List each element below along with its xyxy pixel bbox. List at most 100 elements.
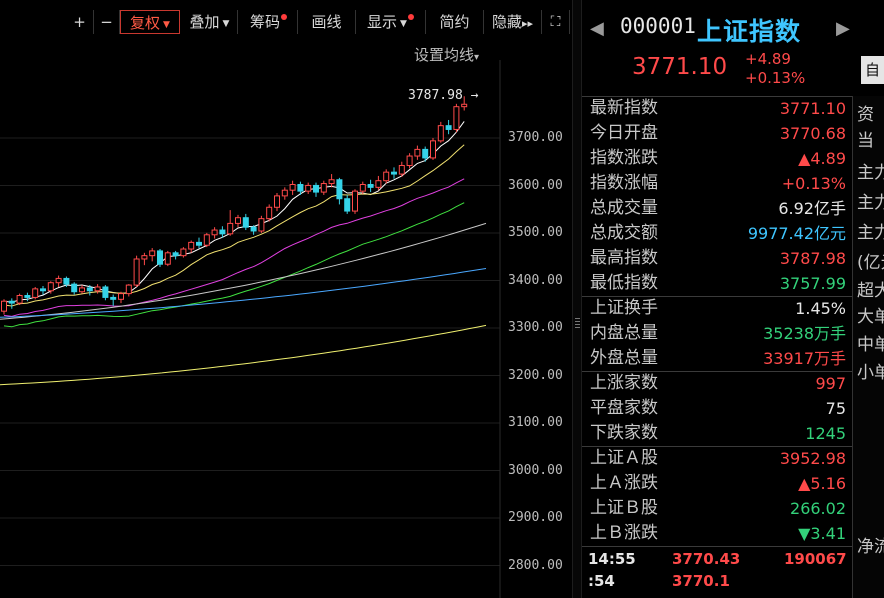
quote-row-value: ▲4.89 (798, 149, 846, 168)
quote-row-value: 266.02 (790, 499, 846, 518)
y-tick-label: 3500.00 (508, 225, 563, 240)
simple-mode-button[interactable]: 简约 (426, 10, 484, 34)
candle-body (430, 140, 436, 159)
quote-row-label: 总成交额 (590, 223, 658, 243)
ma60-line (0, 222, 487, 320)
candle-body (359, 183, 366, 192)
hide-button[interactable]: 隐藏▸▸ (484, 10, 542, 34)
candle-body (47, 282, 54, 292)
quote-row-value: 1245 (805, 424, 846, 443)
display-dropdown[interactable]: 显示 ▼ (356, 10, 426, 34)
quote-row: 上证换手 1.45% (582, 296, 852, 321)
quote-row: 最新指数 3771.10 (582, 96, 852, 121)
candle-body (79, 287, 85, 293)
quote-row: 上证Ａ股 3952.98 (582, 446, 852, 471)
quote-row-value: 9977.42亿元 (747, 224, 846, 243)
quote-row-label: 上Ｂ涨跌 (590, 523, 658, 543)
quote-row-value: 3757.99 (779, 274, 846, 293)
quote-row-value: 3771.10 (779, 99, 846, 118)
quote-row: 下跌家数 1245 (582, 421, 852, 446)
quote-row: 指数涨幅 +0.13% (582, 171, 852, 196)
y-tick-label: 3200.00 (508, 367, 563, 383)
candle-body (32, 288, 39, 298)
fuquan-dropdown[interactable]: 复权 ▼ (120, 10, 180, 34)
candle-body (157, 250, 163, 265)
quote-row: 最高指数 3787.98 (582, 246, 852, 271)
quote-row: 上Ａ涨跌 ▲5.16 (582, 471, 852, 496)
add-watchlist-button[interactable]: 自 (861, 56, 884, 84)
candle-body (102, 286, 109, 298)
splitter-grip-icon[interactable] (575, 318, 580, 330)
candle-body (352, 190, 358, 212)
candle-body (375, 180, 382, 188)
quote-row-label: 最高指数 (590, 248, 658, 268)
candle-body (141, 255, 148, 260)
chart-toolbar: + − 复权 ▼ 叠加 ▼ 筹码 画线 显示 ▼ 简约 隐藏▸▸ ⛶ (0, 8, 572, 38)
candle-body (196, 241, 202, 246)
tick-price: 3770.43 (672, 550, 741, 568)
quote-row-value: +0.13% (781, 174, 846, 193)
quote-row-value: 3787.98 (779, 249, 846, 268)
flow-label: 主力 (857, 223, 884, 243)
kline-chart[interactable]: 设置均线▾ 3787.98 → 3700.00 3600.00 3500.00 340… (0, 40, 572, 598)
quote-row-value: 33917万手 (763, 349, 846, 368)
candle-body (188, 241, 195, 250)
chevron-down-icon: ▼ (400, 19, 407, 29)
quote-row-label: 外盘总量 (590, 348, 658, 368)
candle-body (242, 217, 249, 228)
candle-body (391, 171, 397, 175)
divider (582, 546, 852, 547)
change-percent: +0.13% (745, 69, 806, 87)
candle-body (461, 103, 468, 108)
index-code: 000001 (620, 14, 696, 38)
quote-row-label: 上涨家数 (590, 373, 658, 393)
candle-body (24, 295, 31, 298)
flow-label: 主力 (857, 163, 884, 183)
quote-panel: ◀ 000001 上证指数 ▶ 3771.10 +4.89 +0.13% 自 最… (582, 0, 884, 598)
candle-body (336, 179, 343, 200)
y-tick-label: 3400.00 (508, 272, 563, 288)
candle-body (437, 125, 444, 142)
candle-body (453, 106, 460, 130)
candle-body (383, 171, 390, 182)
draw-line-button[interactable]: 画线 (298, 10, 356, 34)
y-tick-label: 2800.00 (508, 557, 563, 573)
candle-body (414, 148, 421, 157)
divider (582, 296, 852, 297)
fullscreen-icon[interactable]: ⛶ (542, 10, 570, 34)
next-stock-icon[interactable]: ▶ (836, 18, 850, 39)
quote-row-value: 35238万手 (763, 324, 846, 343)
y-tick-label: 2900.00 (508, 510, 563, 525)
overlay-dropdown[interactable]: 叠加 ▼ (182, 10, 238, 34)
flow-label: 中单 (857, 335, 884, 355)
chart-canvas (0, 60, 501, 598)
quote-row-label: 上证Ｂ股 (590, 498, 658, 518)
candle-body (422, 148, 429, 159)
overlay-label: 叠加 (189, 13, 220, 31)
change-value: +4.89 (745, 50, 791, 68)
zoom-out-button[interactable]: − (94, 10, 120, 34)
flow-label: 主力 (857, 193, 884, 213)
candle-body (305, 184, 312, 192)
price-change: +4.89 +0.13% (745, 50, 805, 88)
candle-body (125, 284, 132, 295)
quote-row-label: 今日开盘 (590, 123, 658, 143)
quote-row: 上证Ｂ股 266.02 (582, 496, 852, 521)
candle-body (219, 229, 226, 235)
candle-body (266, 206, 273, 220)
candle-body (8, 300, 15, 304)
flow-label: 小单 (857, 363, 884, 383)
candle-body (235, 217, 241, 224)
divider (582, 446, 852, 447)
prev-stock-icon[interactable]: ◀ (590, 18, 604, 39)
flow-label: 当 (857, 131, 874, 151)
double-chevron-right-icon: ▸▸ (521, 17, 534, 30)
quote-row-label: 总成交量 (590, 198, 658, 218)
candle-body (367, 183, 374, 188)
panel-splitter[interactable] (572, 0, 582, 598)
quote-row-label: 最低指数 (590, 273, 658, 293)
zoom-in-button[interactable]: + (66, 10, 94, 34)
quote-row-value: 1.45% (795, 299, 846, 318)
chips-button[interactable]: 筹码 (240, 10, 298, 34)
candle-body (227, 222, 234, 235)
